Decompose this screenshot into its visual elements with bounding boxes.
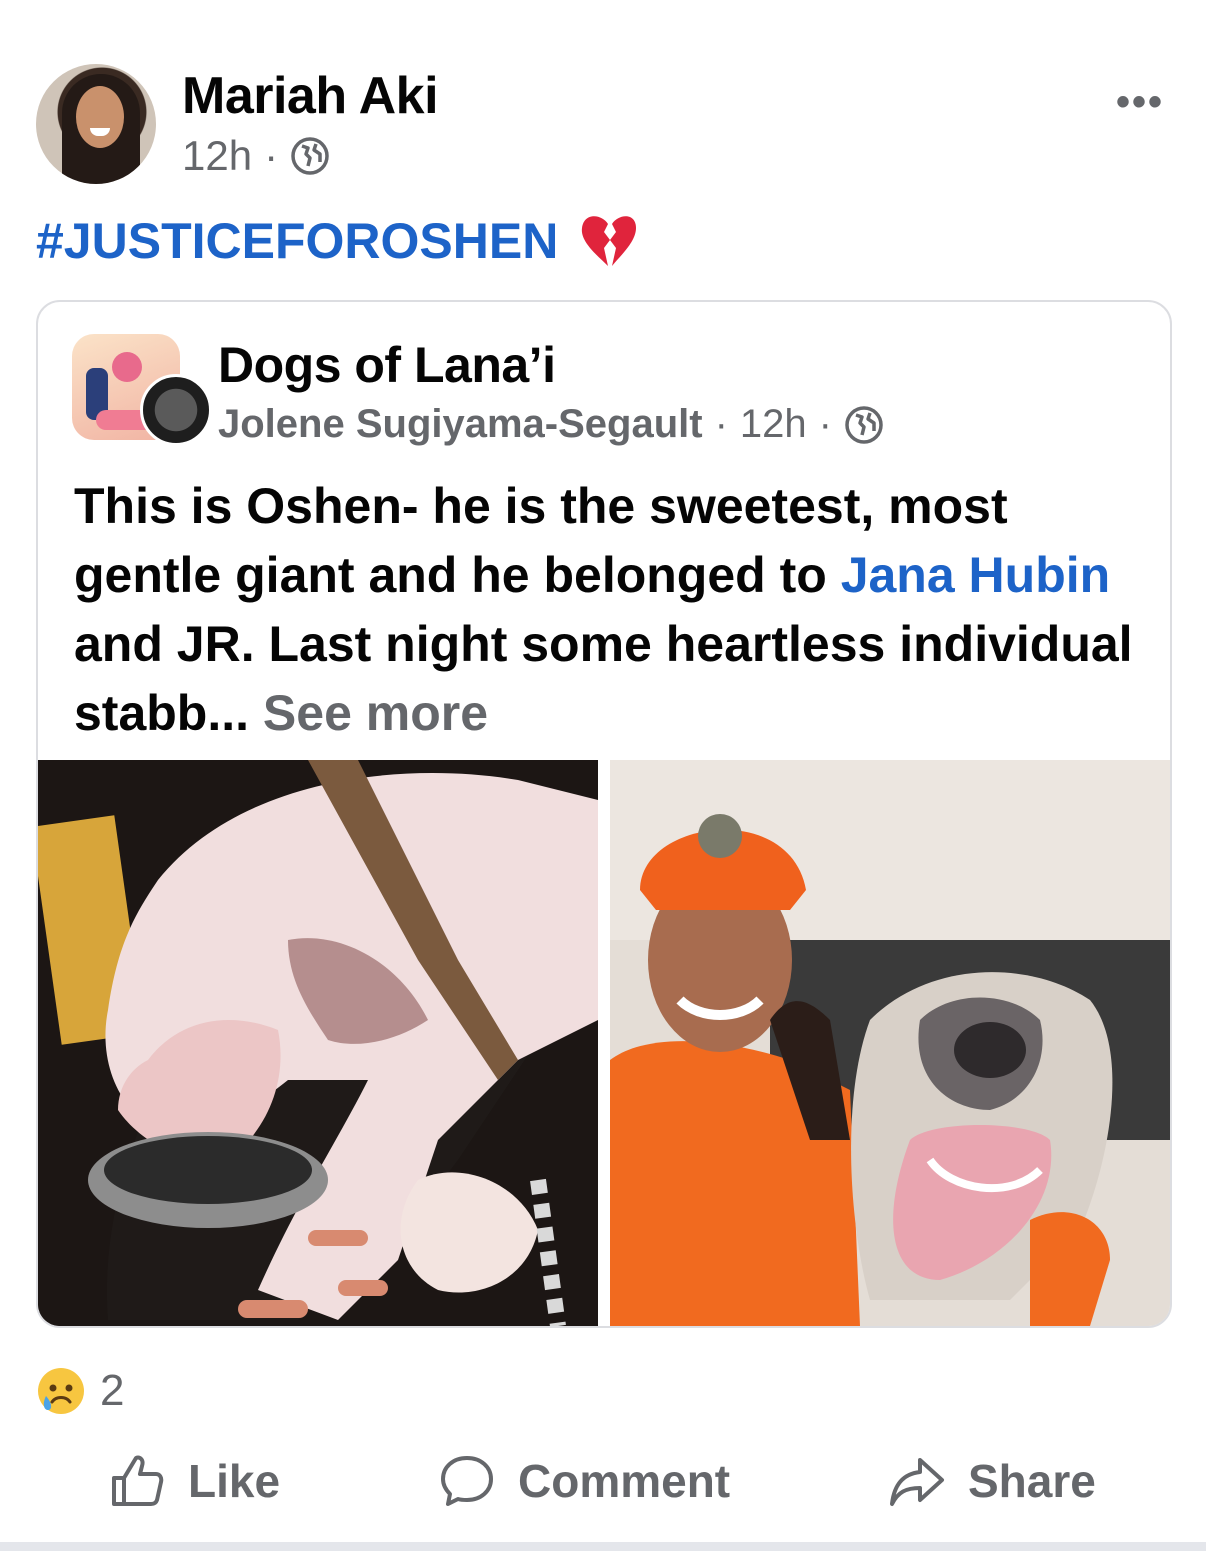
hashtag-link[interactable]: #JUSTICEFOROSHEN — [36, 212, 558, 270]
avatar-face — [76, 86, 124, 148]
globe-icon — [291, 137, 329, 175]
more-options-icon[interactable]: ••• — [1116, 80, 1164, 125]
action-bar: Like Comment Share — [0, 1452, 1206, 1524]
photo-woman-with-dog[interactable] — [610, 760, 1170, 1326]
comment-label: Comment — [518, 1455, 731, 1507]
photo-dog-eating[interactable] — [38, 760, 598, 1326]
text-part-2: and JR. Last night some heartless indivi… — [74, 616, 1133, 741]
meta-separator: · — [818, 402, 832, 446]
shared-post-card[interactable]: Dogs of Lana’i Jolene Sugiyama-Segault ·… — [36, 300, 1172, 1328]
mention-link[interactable]: Jana Hubin — [841, 547, 1110, 603]
reaction-count: 2 — [100, 1366, 125, 1415]
shared-meta: Jolene Sugiyama-Segault · 12h · — [218, 402, 884, 447]
shared-post-text: This is Oshen- he is the sweetest, most … — [74, 472, 1154, 748]
dog-eating-illustration — [38, 760, 598, 1326]
see-more-link[interactable]: See more — [263, 685, 488, 741]
globe-icon — [845, 405, 883, 444]
comment-button[interactable]: Comment — [438, 1452, 730, 1510]
reactions-summary[interactable]: 2 — [36, 1366, 124, 1416]
author-name[interactable]: Mariah Aki — [182, 66, 439, 126]
post-meta: 12h · — [182, 132, 330, 180]
woman-with-dog-illustration — [610, 760, 1170, 1326]
group-name[interactable]: Dogs of Lana’i — [218, 336, 556, 394]
post-divider — [0, 1542, 1206, 1551]
like-label: Like — [188, 1455, 281, 1507]
author-avatar-badge — [140, 374, 212, 446]
shared-author[interactable]: Jolene Sugiyama-Segault — [218, 402, 703, 447]
meta-separator: · — [714, 402, 728, 446]
group-avatar[interactable] — [72, 334, 212, 446]
post-text: #JUSTICEFOROSHEN — [36, 212, 640, 270]
share-icon — [890, 1458, 944, 1506]
share-button[interactable]: Share — [888, 1452, 1096, 1510]
comment-icon — [441, 1456, 493, 1506]
thumbs-up-icon — [112, 1455, 164, 1506]
broken-heart-icon — [582, 216, 637, 266]
meta-separator: · — [264, 132, 279, 179]
share-label: Share — [968, 1455, 1096, 1507]
like-button[interactable]: Like — [108, 1452, 280, 1510]
post-time[interactable]: 12h — [182, 132, 252, 180]
sad-emoji-icon — [38, 1368, 84, 1414]
shared-time[interactable]: 12h — [740, 402, 807, 447]
author-avatar[interactable] — [36, 64, 156, 184]
